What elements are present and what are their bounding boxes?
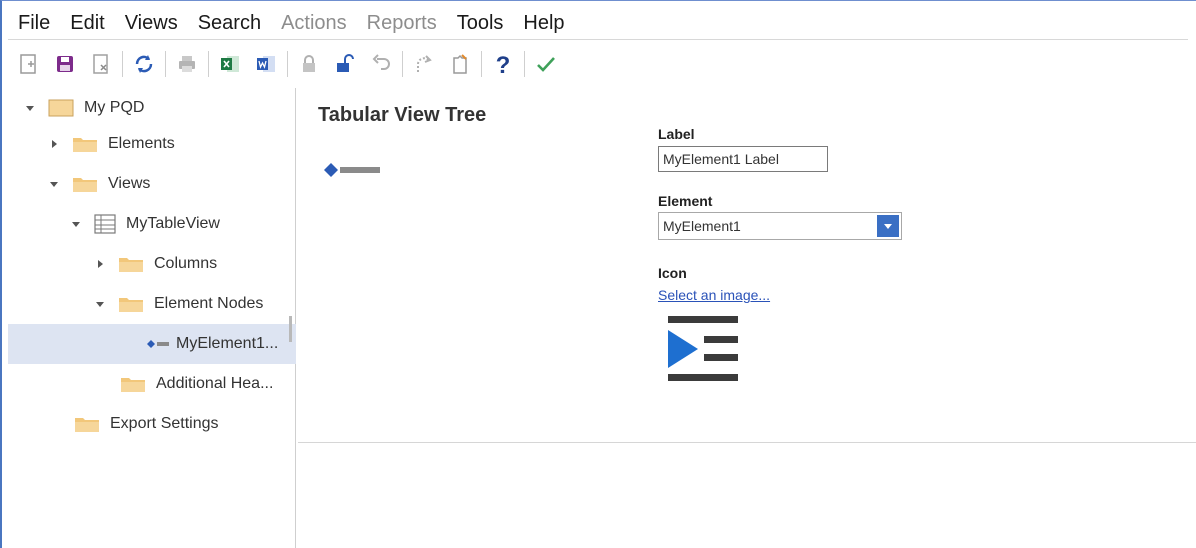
undo-icon [372,54,390,70]
menu-bar: File Edit Views Search Actions Reports T… [8,8,1188,40]
new-button[interactable] [14,49,44,79]
expand-arrow-icon[interactable] [70,218,82,230]
toolbar-separator [481,51,482,77]
tree-item-root[interactable]: My PQD [8,88,296,128]
tree-item-element-node[interactable]: MyElement1... [8,324,296,364]
refresh-button[interactable] [129,49,159,79]
menu-search[interactable]: Search [188,12,271,35]
element-select[interactable]: MyElement1 [658,212,902,240]
tree-item-columns[interactable]: Columns [8,244,296,284]
paste-icon [453,54,467,74]
tree-scrollbar[interactable] [289,316,292,342]
tree-item-element-nodes[interactable]: Element Nodes [8,284,296,324]
toolbar-separator [165,51,166,77]
expand-arrow-icon[interactable] [48,178,60,190]
bottom-pane [298,443,1196,548]
element-node-icon [324,163,380,177]
tree-item-elements[interactable]: Elements [8,124,296,164]
project-icon [48,99,74,117]
tree-node-preview-icon [668,316,738,381]
export-word-button[interactable] [251,49,281,79]
menu-tools[interactable]: Tools [447,12,514,35]
expand-arrow-icon[interactable] [94,298,106,310]
toolbar-separator [402,51,403,77]
folder-icon [73,138,97,152]
navigation-tree: My PQD Elements Views MyTableView Column… [8,88,296,548]
paste-button[interactable] [445,49,475,79]
folder-icon [75,418,99,432]
element-field-caption: Element [658,193,713,209]
unlock-icon [337,54,354,72]
folder-icon [73,178,97,192]
chevron-down-icon [884,224,892,229]
tree-item-label: MyElement1... [176,335,279,352]
folder-icon [119,298,143,312]
print-icon [179,56,195,72]
apply-button[interactable] [531,49,561,79]
delete-button[interactable] [86,49,116,79]
folder-icon [119,258,143,272]
save-icon [57,56,73,72]
refresh-icon [135,55,153,73]
icon-field-caption: Icon [658,265,687,281]
tree-item-label: My PQD [84,99,145,116]
expand-arrow-icon[interactable] [24,102,36,114]
collapse-arrow-icon[interactable] [48,138,60,150]
check-icon [537,57,555,72]
print-button [172,49,202,79]
lock-button [294,49,324,79]
export-excel-button[interactable] [215,49,245,79]
svg-text:?: ? [496,52,511,76]
dropdown-button[interactable] [877,215,899,237]
page-title: Tabular View Tree [318,104,487,126]
help-button[interactable]: ? [488,49,518,79]
lock-icon [303,55,315,72]
word-icon [257,56,275,72]
collapse-arrow-icon[interactable] [94,258,106,270]
tree-item-label: MyTableView [126,215,220,232]
undo-button [366,49,396,79]
toolbar-separator [208,51,209,77]
tree-item-label: Views [108,175,151,192]
folder-icon [121,378,145,392]
menu-file[interactable]: File [8,12,60,35]
label-input[interactable] [658,146,828,172]
help-icon: ? [496,52,511,76]
element-node-icon [147,340,169,348]
tree-item-table-view[interactable]: MyTableView [8,204,296,244]
toolbar-separator [287,51,288,77]
toolbar-separator [524,51,525,77]
toolbar: ? [14,44,1186,84]
menu-actions: Actions [281,12,347,34]
tree-item-export-settings[interactable]: Export Settings [8,404,296,444]
tree-item-label: Columns [154,255,218,272]
select-image-link[interactable]: Select an image... [658,287,770,303]
element-select-value: MyElement1 [663,218,741,234]
tree-item-label: Elements [108,135,175,152]
menu-help[interactable]: Help [513,12,574,35]
redo-icon [417,55,432,72]
menu-edit[interactable]: Edit [60,12,114,35]
save-button[interactable] [50,49,80,79]
tree-item-label: Additional Hea... [156,375,274,392]
unlock-button[interactable] [330,49,360,79]
tree-item-label: Export Settings [110,415,219,432]
label-field-caption: Label [658,126,695,142]
tree-item-additional-headers[interactable]: Additional Hea... [8,364,296,404]
new-icon [20,54,36,74]
menu-reports: Reports [366,12,437,34]
redo-button [409,49,439,79]
tree-item-label: Element Nodes [154,295,264,312]
table-view-icon [94,214,116,234]
menu-views[interactable]: Views [115,12,188,35]
editor-pane: Tabular View Tree Label Element MyElemen… [298,88,1196,442]
tree-item-views[interactable]: Views [8,164,296,204]
toolbar-separator [122,51,123,77]
delete-icon [93,54,108,74]
excel-icon [221,56,239,72]
